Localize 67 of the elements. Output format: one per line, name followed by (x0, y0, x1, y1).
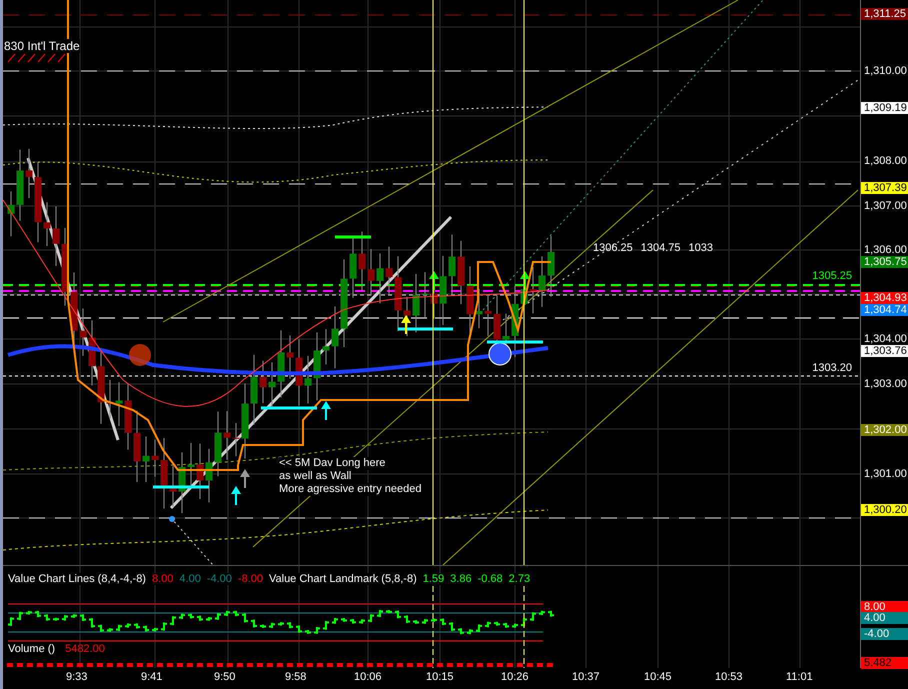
time-label: 10:26 (501, 671, 529, 683)
price-tag: 1,304.74 (861, 304, 908, 316)
indicator-value: -0.68 (478, 573, 503, 585)
volume-label: Volume () (8, 643, 56, 655)
indicator-label: Value Chart Landmark (5,8,-8) (268, 573, 417, 585)
horizontal-marker (487, 340, 543, 344)
price-tick-label: 1,306.00 (864, 243, 907, 257)
up-arrow-icon (231, 486, 241, 505)
price-tick-label: 1,303.00 (864, 377, 907, 391)
price-tag: 1,305.75 (861, 256, 908, 268)
price-tag: 1,303.76 (861, 345, 908, 357)
up-arrow-icon (240, 469, 250, 488)
quote-value: 1306.25 (593, 242, 633, 254)
time-label: 9:33 (66, 671, 88, 683)
price-tag: 1,307.39 (861, 182, 908, 194)
annotation-text: as well as Wall (279, 470, 352, 483)
indicator-value: -8.00 (238, 573, 263, 585)
time-label: 10:15 (426, 671, 454, 683)
quote-value: 1033 (688, 242, 714, 254)
time-label: 11:01 (786, 671, 813, 683)
horizontal-marker (335, 236, 371, 238)
indicator-value: 2.73 (508, 573, 530, 585)
up-arrow-icon (520, 271, 530, 290)
annotation-text: << 5M Dav Long here (279, 457, 386, 470)
price-level-label: 1303.20 (812, 362, 852, 374)
price-tick-label: 1,308.00 (864, 154, 907, 168)
hatch-drawing (8, 54, 66, 62)
up-arrow-icon (429, 271, 439, 290)
circle-marker (129, 344, 151, 366)
time-label: 9:41 (141, 671, 162, 683)
indicator-value: 4.00 (179, 573, 201, 585)
quote-value: 1304.75 (640, 242, 681, 254)
price-tick-label: 1,310.00 (864, 64, 907, 78)
up-arrow-icon (321, 401, 331, 420)
price-tick-label: 1,304.00 (864, 332, 907, 346)
price-tag: 1,309.19 (861, 102, 908, 114)
time-label: 9:50 (214, 671, 236, 683)
price-tag: 1,300.20 (861, 504, 908, 516)
indicator-value: 1.59 (422, 573, 444, 585)
time-label: 10:37 (572, 671, 600, 683)
indicator-tag: -4.00 (861, 628, 908, 640)
horizontal-marker (153, 486, 209, 488)
up-arrow-icon (401, 315, 411, 334)
horizontal-marker (398, 328, 453, 330)
horizontal-marker (261, 406, 317, 410)
indicator-value: 8.00 (152, 573, 174, 585)
volume-value: 5482.00 (65, 643, 105, 655)
price-tick-label: 1,301.00 (864, 467, 907, 481)
price-tag: 1,302.00 (861, 424, 908, 436)
price-tag: 1,304.93 (861, 292, 908, 304)
time-label: 10:45 (644, 671, 672, 683)
price-tag: 1,311.25 (861, 8, 908, 20)
price-tick-label: 1,307.00 (864, 199, 907, 213)
indicator-tag: 4.00 (861, 612, 908, 624)
volume-tag: 5,482 (861, 657, 908, 669)
time-label: 10:53 (715, 671, 743, 683)
time-label: 10:06 (354, 671, 382, 683)
indicator-value: -4.00 (206, 573, 232, 585)
dot-marker (169, 516, 175, 522)
annotation-text: More agressive entry needed (279, 483, 422, 496)
time-label: 9:58 (285, 671, 306, 683)
price-level-label: 1305.25 (812, 270, 852, 282)
study-label: 830 Int'l Trade (4, 39, 80, 53)
circle-marker (488, 342, 512, 366)
indicator-value: 3.86 (450, 573, 472, 585)
indicator-tag: 8.00 (861, 601, 908, 613)
indicator-label: Value Chart Lines (8,4,-4,-8) (8, 573, 146, 585)
